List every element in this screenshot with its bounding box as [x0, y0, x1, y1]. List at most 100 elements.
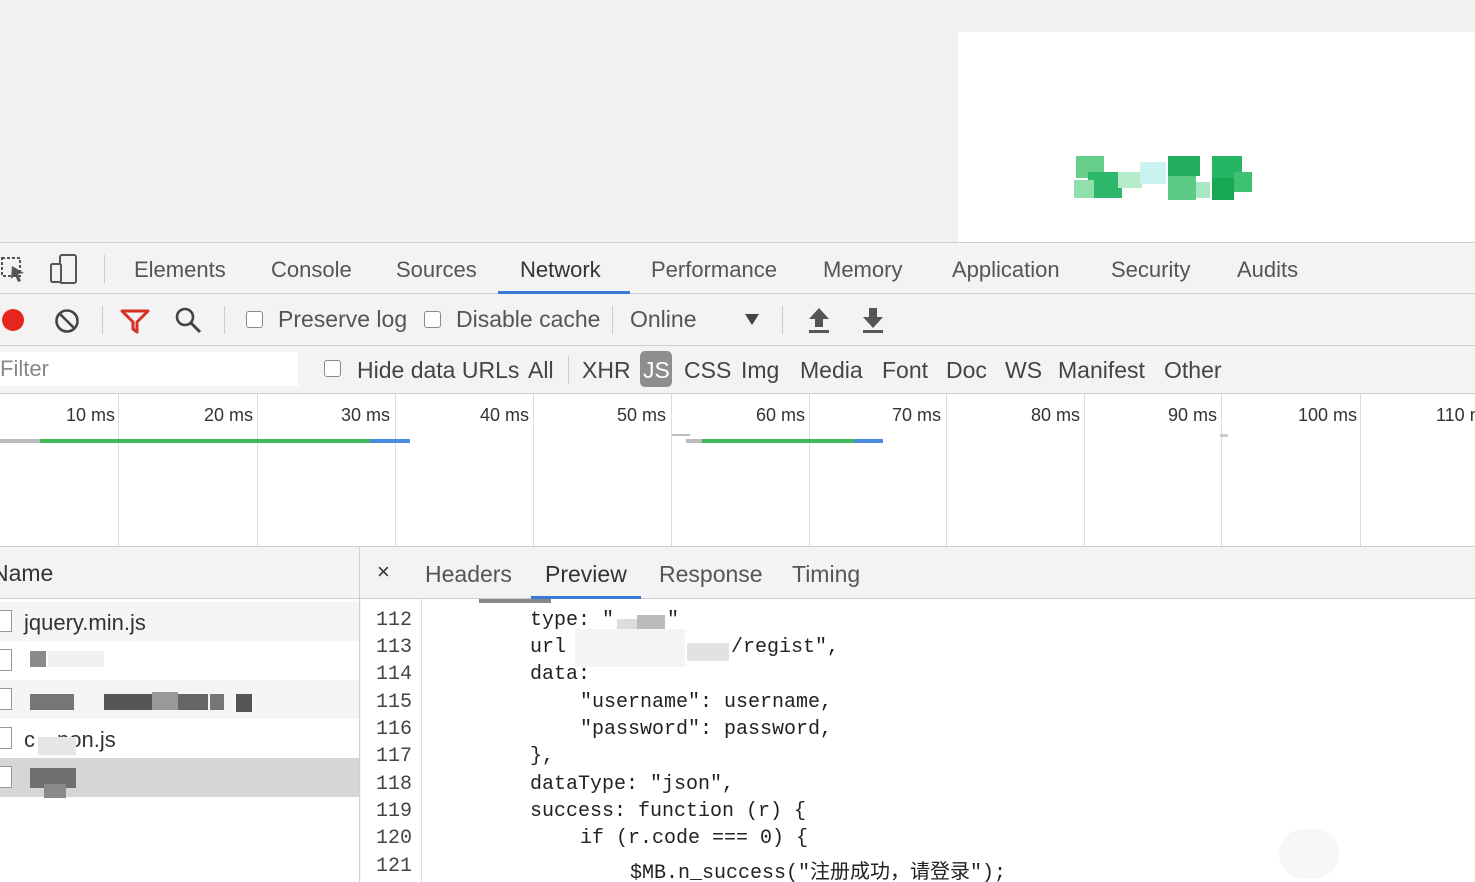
tab-console[interactable]: Console	[271, 243, 352, 294]
timeline-tick: 20 ms	[204, 405, 254, 425]
hide-data-urls-label: Hide data URLs	[357, 357, 520, 383]
import-har-icon[interactable]	[806, 306, 832, 334]
hide-data-urls-checkbox[interactable]	[324, 360, 341, 377]
tab-timing[interactable]: Timing	[792, 561, 860, 588]
timeline-tick: 10 ms	[66, 405, 116, 425]
timeline-gridline	[1084, 394, 1085, 546]
network-toolbar: Preserve log Disable cache Online	[0, 294, 1475, 346]
tab-audits[interactable]: Audits	[1237, 243, 1298, 294]
request-row[interactable]	[0, 641, 359, 680]
type-filter-xhr[interactable]: XHR	[582, 357, 631, 384]
type-filter-ws[interactable]: WS	[1005, 357, 1042, 384]
code-line: $MB.n_success("注册成功，请登录");	[630, 862, 1007, 882]
timeline-bar	[702, 439, 854, 443]
type-filter-all[interactable]: All	[528, 357, 554, 384]
timeline-tick: 50 ms	[617, 405, 667, 425]
line-number: 115	[376, 691, 413, 714]
timeline-gridline	[1221, 394, 1222, 546]
file-icon	[0, 688, 12, 710]
timeline-gridline	[671, 394, 672, 546]
tab-memory[interactable]: Memory	[823, 243, 902, 294]
record-icon[interactable]	[1, 308, 25, 332]
clear-icon[interactable]	[54, 308, 80, 334]
type-filter-doc[interactable]: Doc	[946, 357, 987, 384]
tabbar-divider	[104, 255, 105, 283]
preserve-log-checkbox[interactable]	[246, 311, 263, 328]
request-list-header[interactable]: Name	[0, 547, 359, 599]
request-detail-panel: × Headers Preview Response Timing 112 ty…	[361, 547, 1475, 882]
tab-network[interactable]: Network	[520, 243, 601, 294]
redacted-text	[48, 651, 104, 667]
redacted-text	[44, 784, 66, 798]
request-row-selected[interactable]: .js	[0, 758, 359, 798]
toolbar-divider	[224, 306, 225, 334]
line-number: 116	[376, 718, 413, 741]
tab-performance[interactable]: Performance	[651, 243, 777, 294]
device-toolbar-icon[interactable]	[48, 253, 80, 285]
redacted-text	[30, 694, 74, 710]
timeline-tick: 100 ms	[1298, 405, 1358, 425]
request-row[interactable]	[0, 680, 359, 719]
timeline-tick: 60 ms	[756, 405, 806, 425]
type-filter-img[interactable]: Img	[741, 357, 779, 384]
request-list: Name jquery.min.js c non.js .js	[0, 547, 360, 882]
timeline-tick: 110 ms	[1436, 405, 1475, 425]
tab-headers[interactable]: Headers	[425, 561, 512, 588]
code-line: dataType: "json",	[530, 773, 735, 796]
type-filter-js[interactable]: JS	[640, 351, 672, 387]
filter-input[interactable]	[0, 352, 298, 386]
devtools-tabbar: Elements Console Sources Network Perform…	[0, 242, 1475, 294]
timeline-bar	[672, 434, 690, 436]
timeline-tick: 70 ms	[892, 405, 942, 425]
page-content-card	[958, 32, 1475, 242]
toolbar-divider	[612, 306, 613, 334]
request-file-name: jquery.min.js	[24, 610, 146, 635]
inspect-element-icon[interactable]	[0, 255, 28, 283]
tab-application[interactable]: Application	[952, 243, 1060, 294]
timeline-tick: 80 ms	[1031, 405, 1081, 425]
type-filter-media[interactable]: Media	[800, 357, 863, 384]
line-number: 112	[376, 609, 413, 632]
code-line: },	[530, 745, 555, 768]
timeline-gridline	[118, 394, 119, 546]
timeline-bar	[0, 439, 40, 443]
timeline-gridline	[809, 394, 810, 546]
tab-elements[interactable]: Elements	[134, 243, 226, 294]
export-har-icon[interactable]	[860, 306, 886, 334]
timeline-bar	[854, 439, 883, 443]
throttle-select[interactable]: Online	[630, 306, 696, 333]
file-icon	[0, 766, 12, 788]
timeline-gridline	[257, 394, 258, 546]
tab-security[interactable]: Security	[1111, 243, 1190, 294]
timeline-bar	[686, 439, 702, 443]
column-header-name[interactable]: Name	[0, 560, 53, 587]
code-line: success: function (r) {	[530, 800, 807, 823]
timeline-bar	[1220, 434, 1228, 437]
redacted-text	[152, 692, 178, 710]
filter-icon[interactable]	[120, 308, 150, 334]
tab-sources[interactable]: Sources	[396, 243, 477, 294]
network-overview[interactable]: 10 ms 20 ms 30 ms 40 ms 50 ms 60 ms 70 m…	[0, 394, 1475, 547]
request-row[interactable]: c non.js	[0, 719, 359, 758]
watermark-logo	[1279, 829, 1339, 879]
tab-preview[interactable]: Preview	[545, 561, 627, 588]
clipped-code-line	[479, 599, 551, 603]
line-number: 113	[376, 636, 413, 659]
redacted-text	[210, 694, 224, 710]
tab-response[interactable]: Response	[659, 561, 763, 588]
disable-cache-checkbox[interactable]	[424, 311, 441, 328]
filter-divider	[568, 356, 569, 384]
type-filter-manifest[interactable]: Manifest	[1058, 357, 1145, 384]
redacted-text	[30, 651, 46, 667]
code-preview[interactable]: 112 type: " " 113 url /regist", 114 data…	[361, 599, 1475, 882]
code-fragment: /regist",	[731, 636, 840, 659]
disable-cache-label: Disable cache	[456, 306, 601, 332]
type-filter-font[interactable]: Font	[882, 357, 928, 384]
search-icon[interactable]	[174, 306, 202, 334]
chevron-down-icon[interactable]	[744, 312, 760, 326]
type-filter-other[interactable]: Other	[1164, 357, 1222, 384]
timeline-gridline	[946, 394, 947, 546]
type-filter-css[interactable]: CSS	[684, 357, 731, 384]
request-row[interactable]: jquery.min.js	[0, 602, 359, 641]
close-icon[interactable]: ×	[377, 559, 390, 585]
